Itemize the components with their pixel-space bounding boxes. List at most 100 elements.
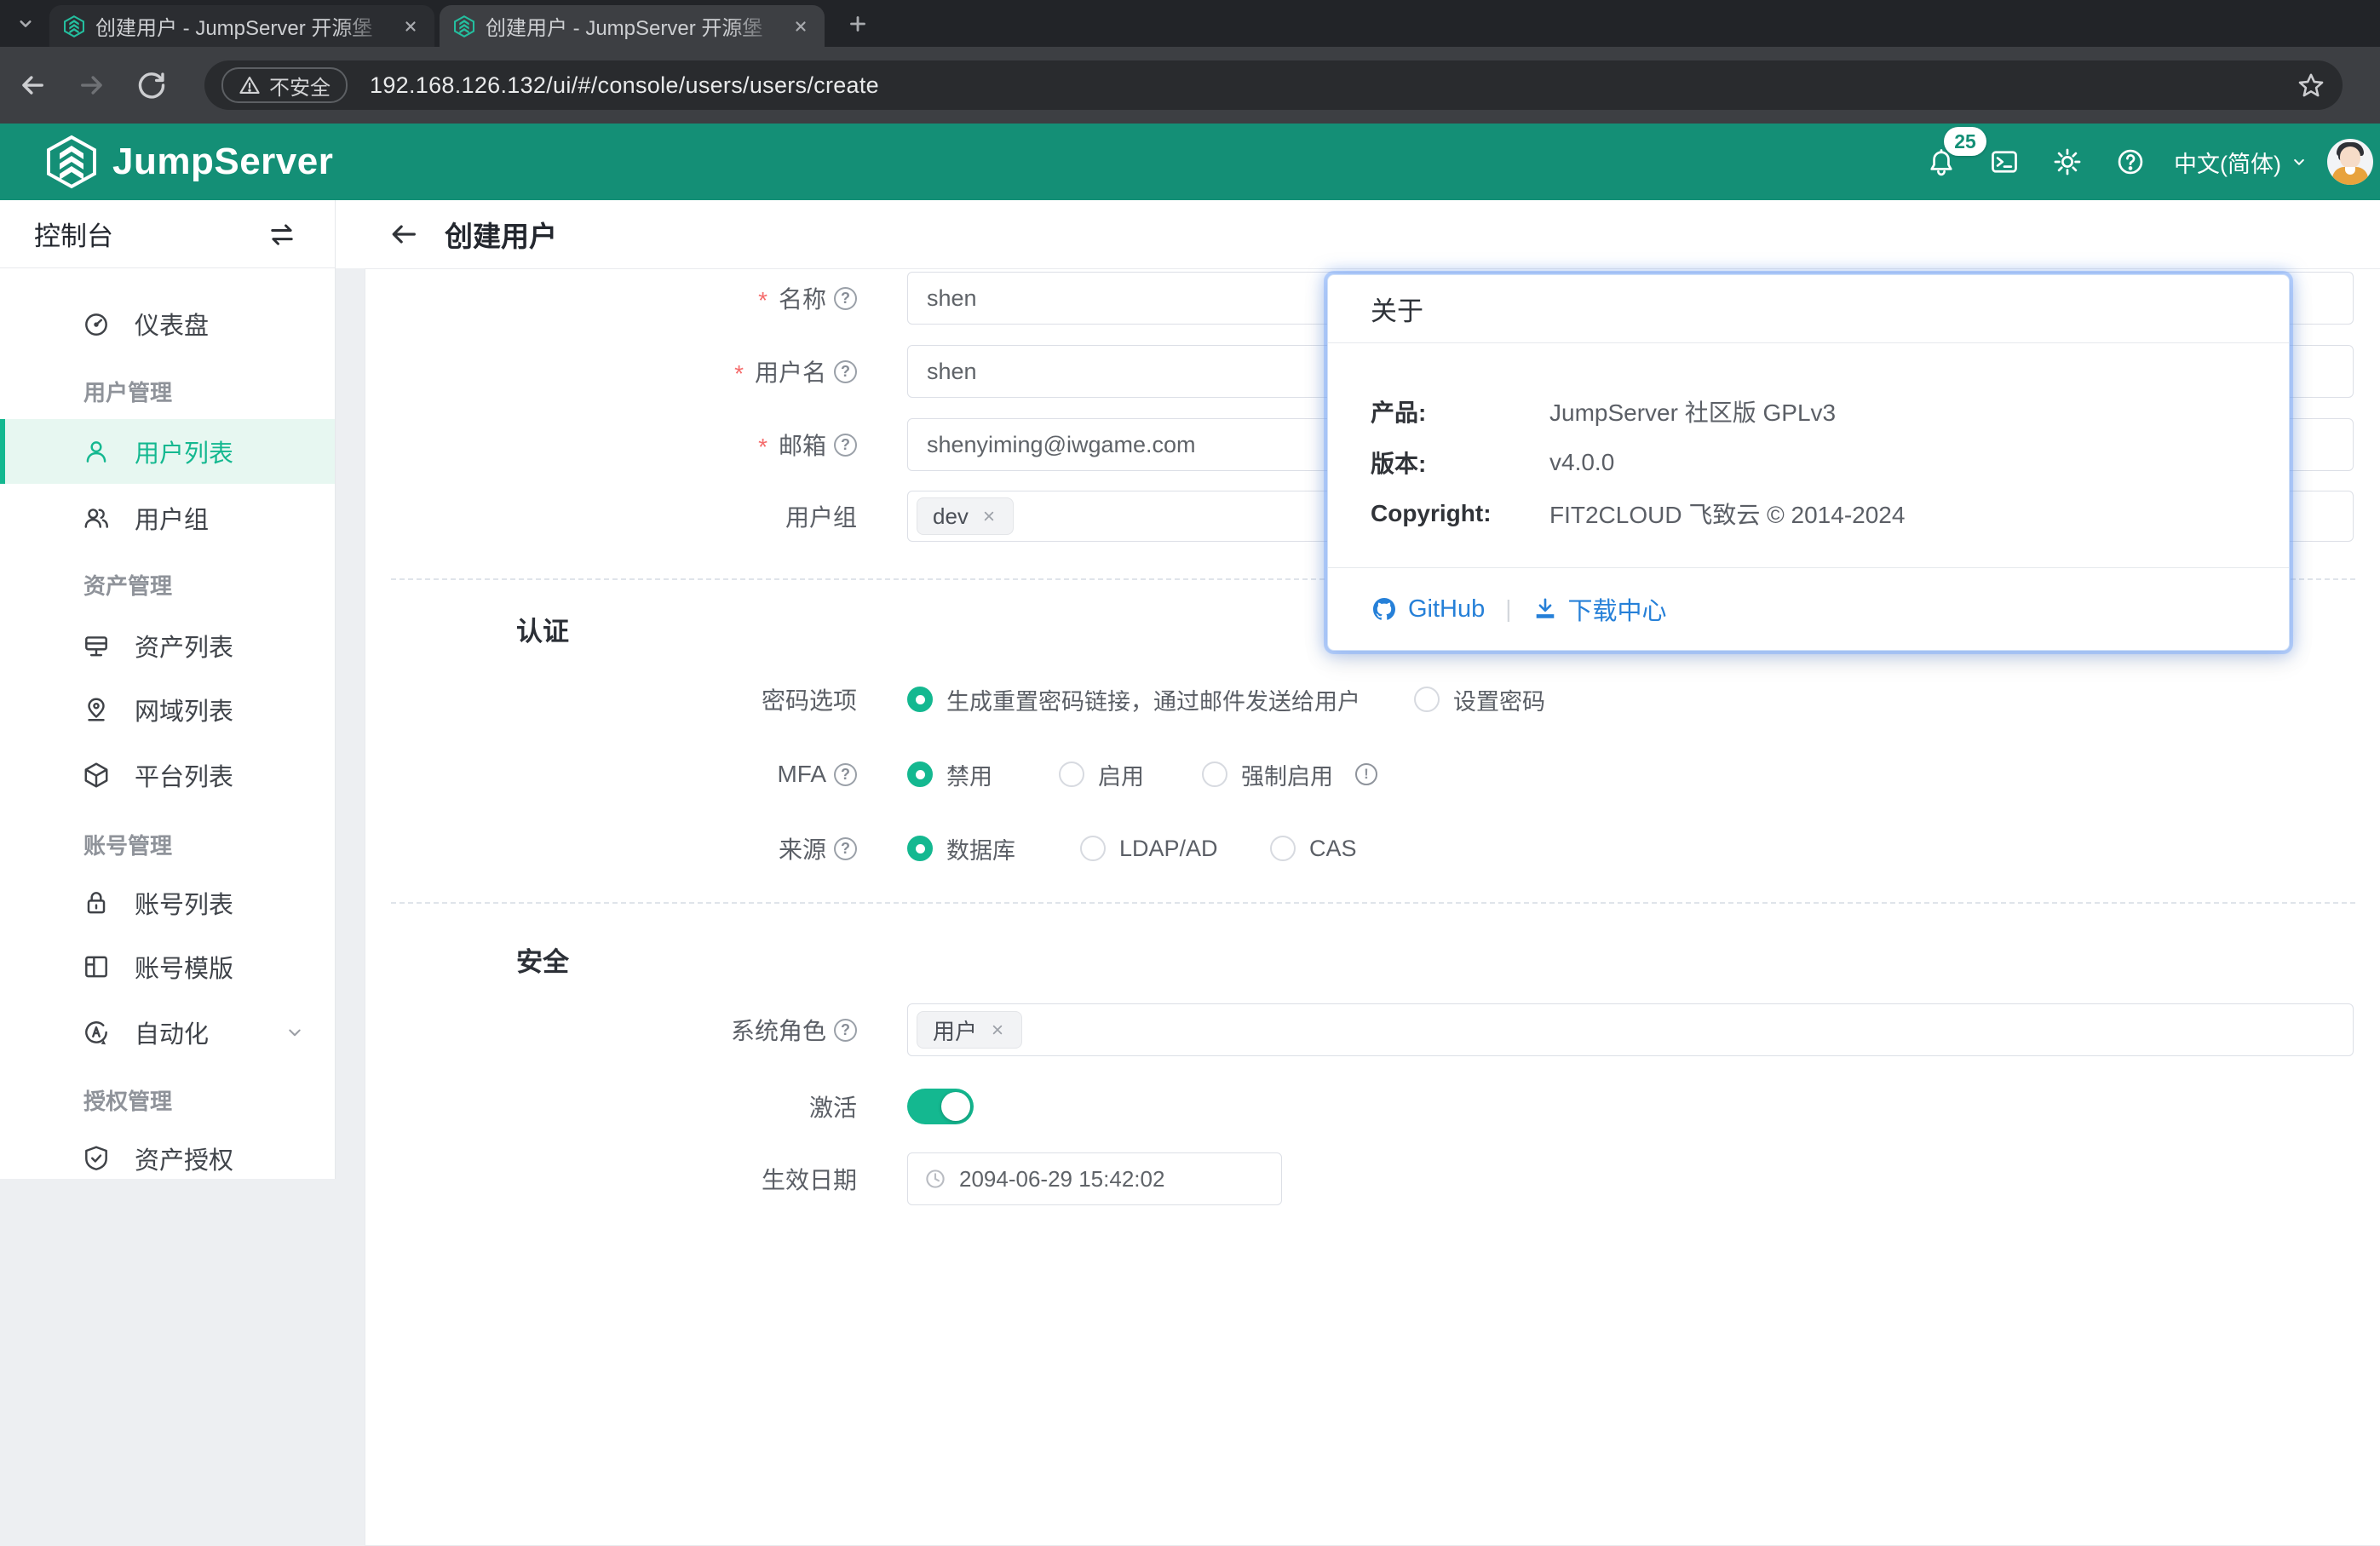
- help-button[interactable]: [2099, 124, 2162, 200]
- view-switch-icon[interactable]: [267, 219, 297, 250]
- tab-close-icon[interactable]: [790, 16, 811, 37]
- sidebar-item-label: 账号模版: [135, 949, 233, 985]
- map-pin-icon: [82, 695, 111, 724]
- radio-option-mfa-enabled[interactable]: 启用: [1059, 757, 1144, 791]
- mfa-label: MFA: [365, 757, 857, 791]
- url-text[interactable]: 192.168.126.132/ui/#/console/users/users…: [370, 72, 2297, 99]
- brand[interactable]: JumpServer: [44, 135, 333, 189]
- about-dialog-header: 关于: [1328, 275, 2289, 343]
- groups-label: 用户组: [365, 491, 857, 542]
- tab-list-chevron-icon[interactable]: [14, 12, 37, 36]
- template-icon: [82, 952, 111, 981]
- section-auth-title: 认证: [516, 610, 569, 648]
- radio-selected-icon[interactable]: [907, 836, 933, 861]
- back-button[interactable]: [9, 61, 56, 109]
- forward-button[interactable]: [68, 61, 116, 109]
- tab-close-icon[interactable]: [400, 16, 421, 37]
- download-center-link[interactable]: 下载中心: [1532, 591, 1667, 627]
- github-link[interactable]: GitHub: [1371, 595, 1485, 624]
- radio-option-ldap[interactable]: LDAP/AD: [1080, 831, 1218, 865]
- form-row-date-start: 生效日期 2094-06-29 15:42:02: [365, 1152, 2380, 1205]
- sidebar-item-asset-permissions[interactable]: 资产授权: [0, 1126, 335, 1191]
- download-icon: [1532, 596, 1558, 622]
- sidebar-item-account-list[interactable]: 账号列表: [0, 871, 335, 935]
- user-avatar[interactable]: [2327, 139, 2373, 185]
- radio-option-mfa-forced[interactable]: 强制启用: [1202, 757, 1377, 791]
- radio-option-mfa-disabled[interactable]: 禁用: [907, 757, 992, 791]
- section-divider: [391, 902, 2355, 904]
- browser-tab[interactable]: 创建用户 - JumpServer 开源堡: [49, 5, 434, 47]
- console-title: 控制台: [34, 215, 267, 253]
- password-strategy-label: 密码选项: [365, 682, 857, 716]
- security-chip-label: 不安全: [269, 71, 331, 101]
- chevron-down-icon[interactable]: [284, 1021, 306, 1043]
- date-start-label: 生效日期: [365, 1152, 857, 1205]
- app-header: JumpServer 25 中文(简体): [0, 124, 2380, 200]
- radio-icon[interactable]: [1414, 687, 1440, 712]
- radio-option-set-password[interactable]: 设置密码: [1414, 682, 1545, 716]
- browser-tab-active[interactable]: 创建用户 - JumpServer 开源堡: [440, 5, 825, 47]
- sidebar-item-account-templates[interactable]: 账号模版: [0, 934, 335, 999]
- section-security-title: 安全: [516, 940, 569, 979]
- sidebar-item-dashboard[interactable]: 仪表盘: [0, 291, 335, 356]
- form-row-system-roles: 系统角色 用户: [365, 1003, 2380, 1056]
- language-selector[interactable]: 中文(简体): [2174, 146, 2308, 179]
- radio-option-database[interactable]: 数据库: [907, 831, 1015, 865]
- radio-selected-icon[interactable]: [907, 687, 933, 712]
- help-icon[interactable]: [834, 434, 857, 457]
- warning-icon: [239, 74, 261, 96]
- security-chip[interactable]: 不安全: [221, 67, 348, 103]
- active-toggle[interactable]: [907, 1089, 974, 1124]
- help-icon[interactable]: [834, 837, 857, 860]
- name-label: 名称: [365, 272, 857, 325]
- clock-icon: [923, 1167, 947, 1191]
- active-label: 激活: [365, 1089, 857, 1124]
- date-start-input[interactable]: 2094-06-29 15:42:02: [907, 1152, 1282, 1205]
- sidebar-item-asset-list[interactable]: 资产列表: [0, 613, 335, 678]
- tab-title: 创建用户 - JumpServer 开源堡: [486, 11, 780, 41]
- jumpserver-favicon-icon: [63, 15, 85, 37]
- help-icon[interactable]: [834, 763, 857, 786]
- sidebar-section-account-management: 账号管理: [83, 829, 172, 860]
- lock-icon: [82, 888, 111, 917]
- sidebar-item-platform-list[interactable]: 平台列表: [0, 743, 335, 807]
- reload-button[interactable]: [128, 61, 175, 109]
- radio-icon[interactable]: [1202, 762, 1227, 787]
- form-row-source: 来源 数据库 LDAP/AD CAS: [365, 831, 2380, 865]
- radio-icon[interactable]: [1080, 836, 1106, 861]
- tag-remove-icon[interactable]: [980, 508, 997, 525]
- radio-option-reset-link[interactable]: 生成重置密码链接，通过邮件发送给用户: [907, 682, 1360, 716]
- chevron-down-icon: [2290, 152, 2308, 171]
- address-bar[interactable]: 不安全 192.168.126.132/ui/#/console/users/u…: [204, 60, 2343, 110]
- server-icon: [82, 631, 111, 660]
- about-dialog-title: 关于: [1371, 290, 1423, 328]
- web-terminal-button[interactable]: [1973, 124, 2036, 200]
- radio-selected-icon[interactable]: [907, 762, 933, 787]
- tab-title: 创建用户 - JumpServer 开源堡: [95, 11, 390, 41]
- source-label: 来源: [365, 831, 857, 865]
- new-tab-button[interactable]: [845, 11, 871, 37]
- notification-bell-button[interactable]: 25: [1910, 124, 1973, 200]
- info-icon[interactable]: [1355, 763, 1377, 785]
- radio-icon[interactable]: [1059, 762, 1084, 787]
- radio-icon[interactable]: [1270, 836, 1296, 861]
- radio-option-cas[interactable]: CAS: [1270, 831, 1357, 865]
- sidebar-item-label: 仪表盘: [135, 306, 209, 342]
- page-back-button[interactable]: [388, 219, 419, 250]
- sidebar-item-user-list[interactable]: 用户列表: [0, 419, 335, 484]
- tag-remove-icon[interactable]: [989, 1021, 1006, 1038]
- sidebar-item-automation[interactable]: 自动化: [0, 1000, 335, 1065]
- bookmark-star-icon[interactable]: [2297, 71, 2325, 100]
- sidebar: 控制台 仪表盘 用户管理 用户列表 用户组 资产管理 资产列表 网域列表: [0, 200, 336, 1179]
- help-icon[interactable]: [834, 287, 857, 310]
- help-icon[interactable]: [834, 1019, 857, 1042]
- cube-icon: [82, 761, 111, 790]
- system-roles-select[interactable]: 用户: [907, 1003, 2354, 1056]
- github-icon: [1371, 595, 1398, 623]
- sidebar-item-domain-list[interactable]: 网域列表: [0, 677, 335, 742]
- brand-name: JumpServer: [112, 141, 333, 183]
- help-icon[interactable]: [834, 360, 857, 383]
- about-dialog-body: 产品: JumpServer 社区版 GPLv3 版本: v4.0.0 Copy…: [1371, 386, 2248, 539]
- settings-gear-button[interactable]: [2036, 124, 2099, 200]
- sidebar-item-user-groups[interactable]: 用户组: [0, 486, 335, 550]
